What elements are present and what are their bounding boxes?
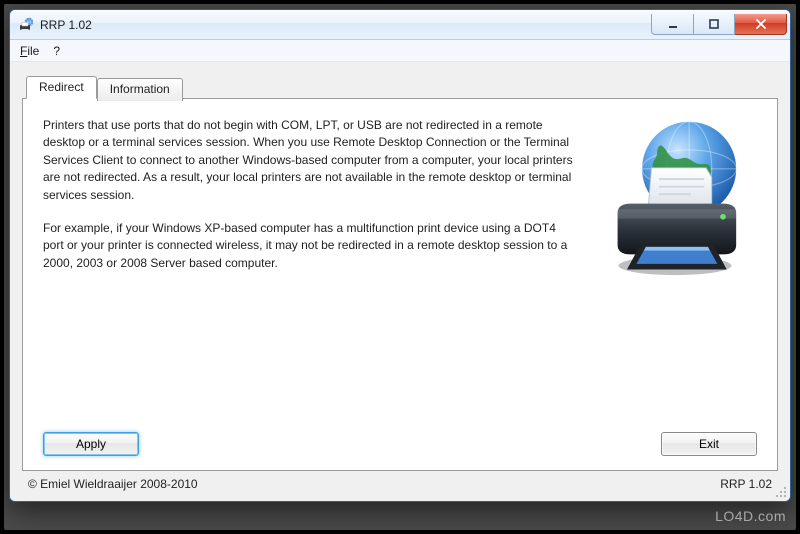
status-bar: © Emiel Wieldraaijer 2008-2010 RRP 1.02 (22, 471, 778, 495)
tab-panel-redirect: Printers that use ports that do not begi… (22, 98, 778, 471)
button-row: Apply Exit (43, 424, 757, 456)
watermark-text: LO4D.com (715, 508, 786, 524)
printer-globe-illustration (592, 117, 757, 288)
maximize-icon (708, 18, 720, 30)
copyright-text: © Emiel Wieldraaijer 2008-2010 (28, 477, 198, 491)
maximize-button[interactable] (693, 14, 735, 35)
app-window: RRP 1.02 File ? Redirect Information (9, 9, 791, 502)
close-button[interactable] (735, 14, 787, 35)
description-paragraph-2: For example, if your Windows XP-based co… (43, 220, 574, 272)
window-controls (651, 14, 787, 35)
menu-help[interactable]: ? (53, 44, 60, 58)
minimize-button[interactable] (651, 14, 693, 35)
description-paragraph-1: Printers that use ports that do not begi… (43, 117, 574, 204)
close-icon (755, 18, 767, 30)
apply-button[interactable]: Apply (43, 432, 139, 456)
menu-file[interactable]: File (20, 44, 39, 58)
description-text: Printers that use ports that do not begi… (43, 117, 574, 288)
app-icon (18, 17, 34, 33)
exit-button[interactable]: Exit (661, 432, 757, 456)
menu-bar: File ? (10, 40, 790, 62)
resize-grip-icon[interactable] (774, 485, 788, 499)
tab-information[interactable]: Information (97, 78, 183, 101)
minimize-icon (667, 18, 679, 30)
version-text: RRP 1.02 (720, 477, 772, 491)
tab-strip: Redirect Information (22, 76, 778, 99)
client-area: Redirect Information Printers that use p… (10, 62, 790, 501)
window-title: RRP 1.02 (40, 18, 92, 32)
title-bar[interactable]: RRP 1.02 (10, 10, 790, 40)
tab-redirect[interactable]: Redirect (26, 76, 97, 99)
